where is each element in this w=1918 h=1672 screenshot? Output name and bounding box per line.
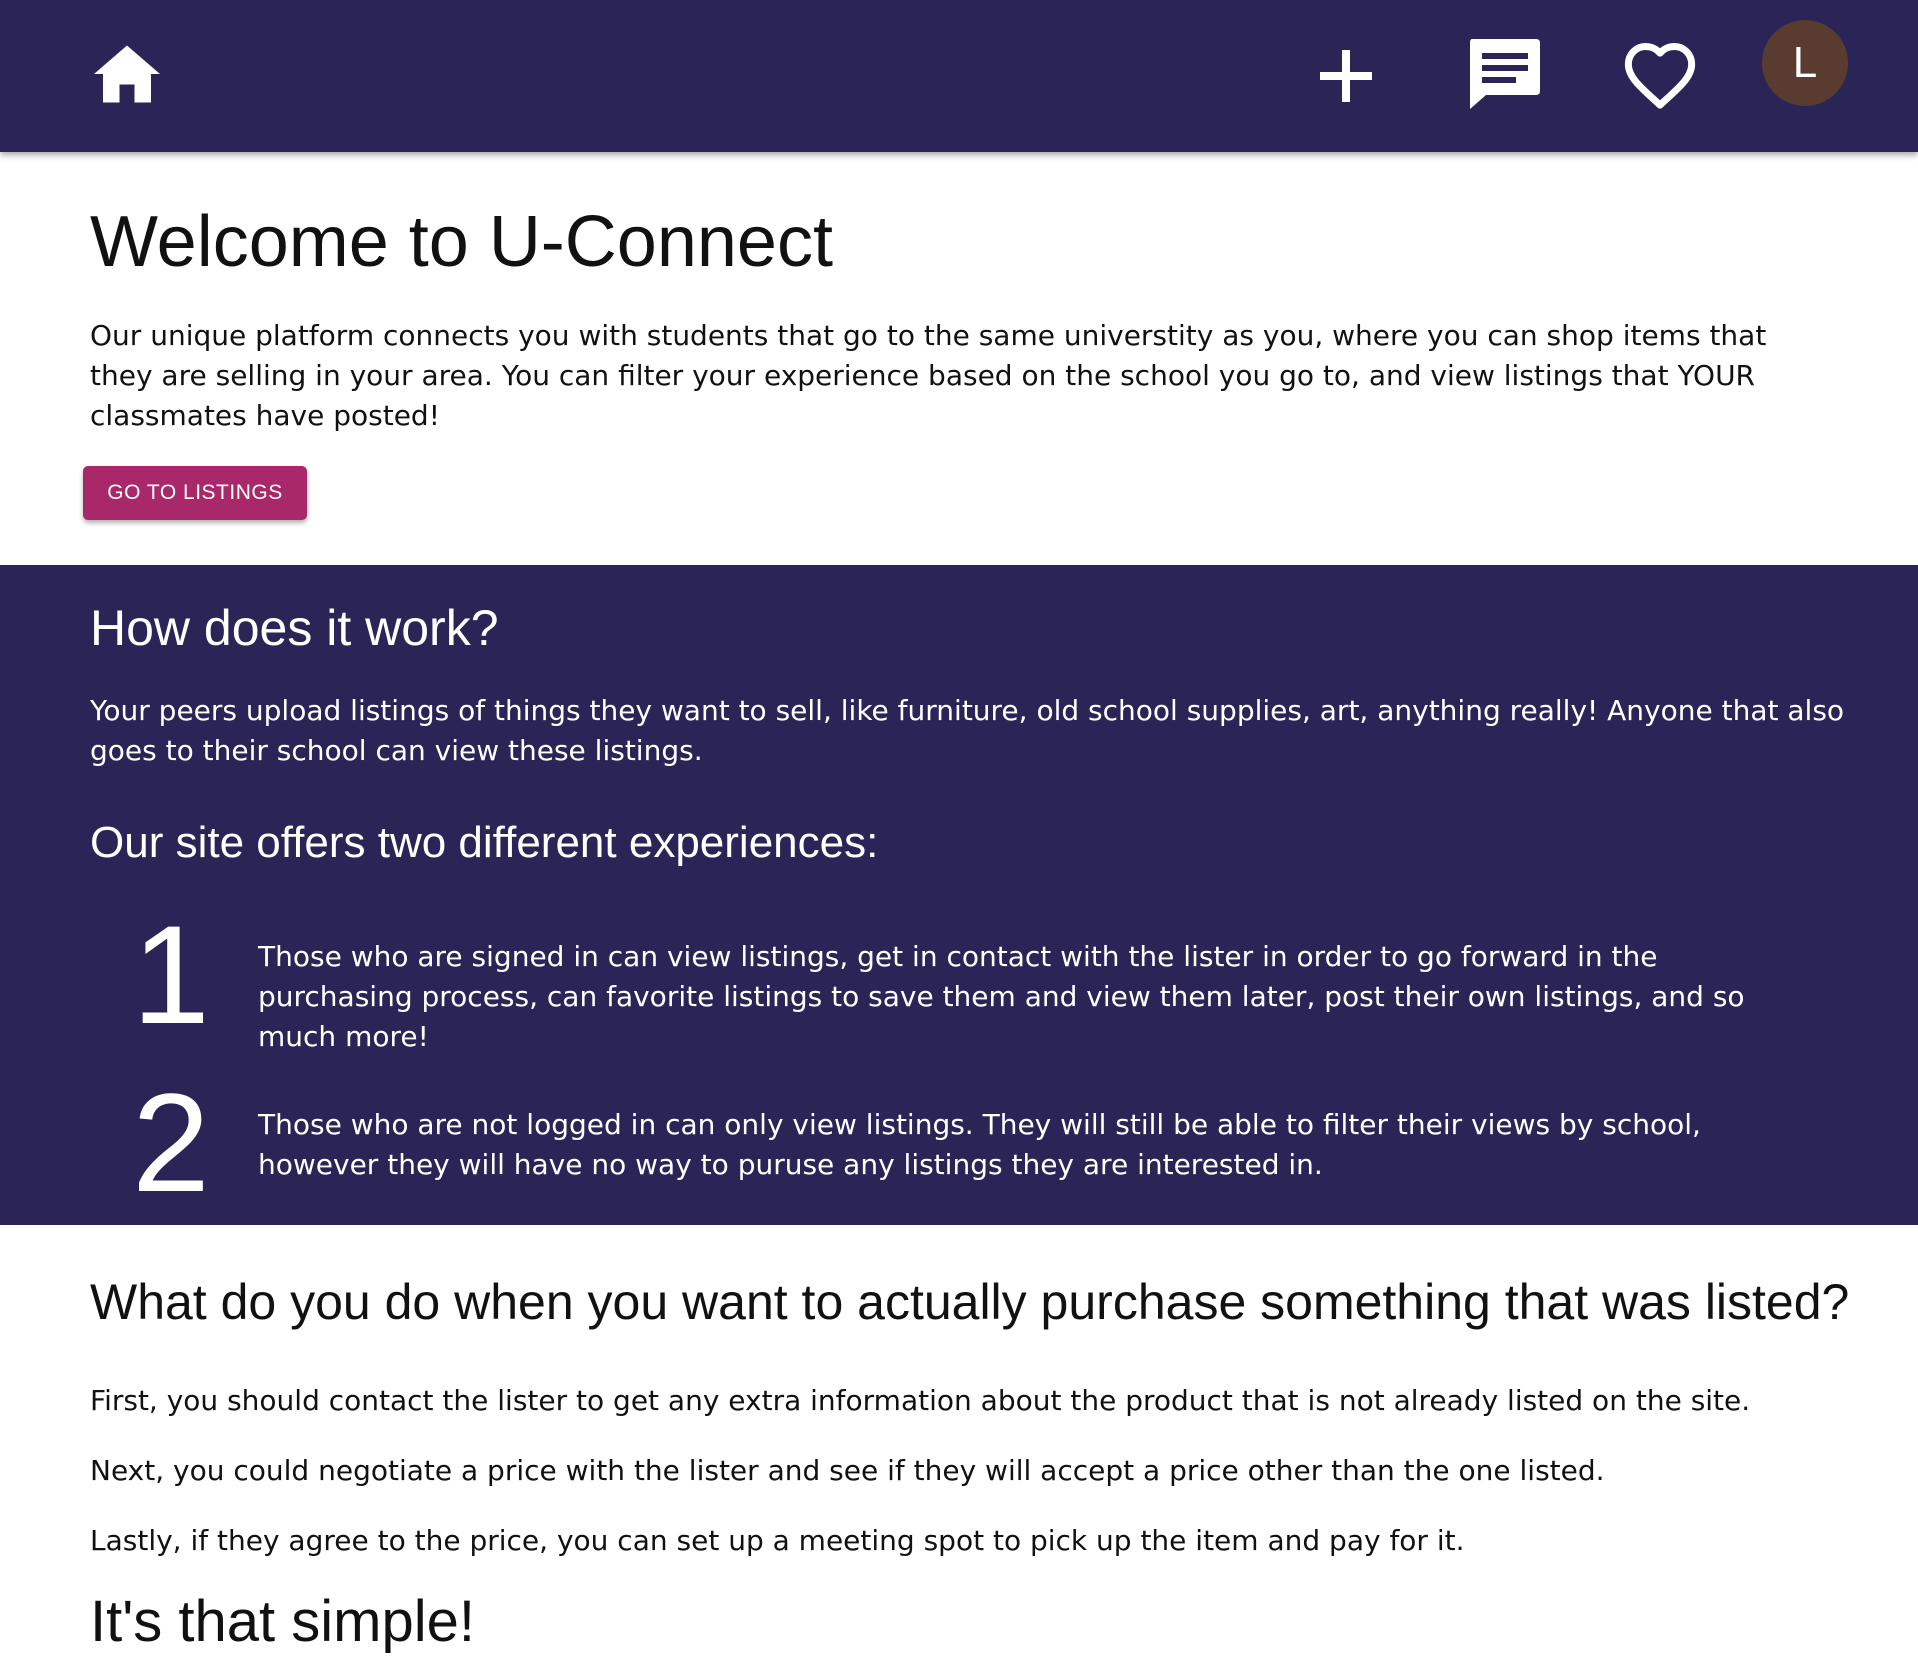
purchase-step: First, you should contact the lister to … (90, 1384, 1751, 1417)
intro-section: Welcome to U-Connect Our unique platform… (0, 152, 1918, 565)
how-it-works-section: How does it work? Your peers upload list… (0, 565, 1918, 1225)
messages-button[interactable] (1464, 36, 1544, 112)
experiences-subtitle: Our site offers two different experience… (90, 818, 879, 867)
closing-title: It's that simple! (90, 1589, 475, 1654)
how-it-works-description: Your peers upload listings of things the… (90, 694, 1845, 767)
home-icon (94, 45, 160, 103)
how-it-works-title: How does it work? (90, 600, 499, 656)
purchase-step: Next, you could negotiate a price with t… (90, 1454, 1605, 1487)
user-avatar[interactable]: L (1762, 20, 1848, 106)
avatar-initial: L (1792, 38, 1818, 87)
chat-message-icon (1470, 39, 1540, 109)
intro-description: Our unique platform connects you with st… (90, 319, 1767, 432)
experience-text: Those who are signed in can view listing… (258, 940, 1745, 1053)
page-title: Welcome to U-Connect (90, 202, 833, 282)
home-button[interactable] (86, 38, 168, 110)
heart-outline-icon (1624, 43, 1696, 109)
add-listing-button[interactable] (1312, 42, 1380, 110)
top-nav-bar: L (0, 0, 1918, 152)
experience-number: 1 (132, 896, 210, 1053)
purchase-title: What do you do when you want to actually… (90, 1274, 1850, 1330)
plus-icon (1320, 50, 1372, 102)
go-to-listings-button[interactable]: GO TO LISTINGS (83, 466, 307, 520)
experience-number: 2 (132, 1064, 210, 1221)
purchase-step: Lastly, if they agree to the price, you … (90, 1524, 1465, 1557)
purchase-section: What do you do when you want to actually… (0, 1225, 1918, 1672)
favorites-button[interactable] (1620, 38, 1700, 112)
experience-text: Those who are not logged in can only vie… (258, 1108, 1701, 1181)
